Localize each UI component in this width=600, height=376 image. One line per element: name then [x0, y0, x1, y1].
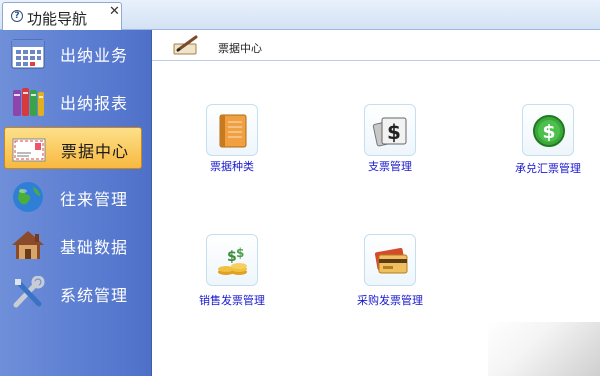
close-icon[interactable]: ✕ — [109, 4, 120, 19]
function-label: 支票管理 — [368, 160, 412, 173]
function-label: 销售发票管理 — [199, 294, 265, 307]
tab-strip: ? 功能导航 ✕ — [0, 0, 600, 30]
function-icon-frame: $ — [364, 104, 416, 156]
envelope-icon — [12, 138, 46, 162]
function-purchase-invoice-management[interactable]: 采购发票管理 — [340, 234, 440, 314]
calendar-icon — [11, 39, 45, 69]
panel-header: 票据中心 — [152, 30, 600, 61]
function-icon-frame: $ $ — [206, 234, 258, 286]
tab-title: 功能导航 — [27, 10, 88, 28]
dollar-cards-icon: $ — [372, 117, 407, 147]
page-corner-shading — [488, 322, 600, 376]
function-sales-invoice-management[interactable]: $ $ 销售发票管理 — [182, 234, 282, 314]
sidebar-item-cashier-reports[interactable]: 出纳报表 — [4, 80, 142, 122]
function-icon-frame — [364, 234, 416, 286]
dollar-coin-icon: $ — [533, 115, 565, 147]
books-icon — [13, 88, 44, 116]
svg-text:$: $ — [542, 121, 555, 143]
panel-title: 票据中心 — [218, 42, 262, 55]
function-label: 采购发票管理 — [357, 294, 423, 307]
sidebar-item-cashier-business[interactable]: 出纳业务 — [4, 32, 142, 74]
function-icon-frame: $ — [522, 104, 574, 156]
sidebar-item-basic-data[interactable]: 基础数据 — [4, 224, 142, 266]
sidebar-item-label: 票据中心 — [61, 142, 130, 161]
notebook-icon — [219, 114, 247, 148]
function-label: 承兑汇票管理 — [515, 162, 581, 175]
coins-icon: $ $ — [218, 246, 247, 275]
sidebar-item-label: 往来管理 — [60, 190, 129, 209]
sidebar-item-system-management[interactable]: 系统管理 — [4, 272, 142, 314]
help-icon: ? — [11, 10, 23, 22]
svg-text:$: $ — [236, 246, 244, 260]
credit-card-icon — [374, 248, 408, 274]
function-label: 票据种类 — [210, 160, 254, 173]
sidebar-item-label: 系统管理 — [60, 286, 129, 305]
function-icon-frame — [206, 104, 258, 156]
function-acceptance-bill-management[interactable]: $ 承兑汇票管理 — [498, 104, 598, 184]
house-icon — [12, 231, 44, 259]
function-bill-types[interactable]: 票据种类 — [182, 104, 282, 184]
sidebar: 出纳业务 出纳报表 票据中心 往来管理 基础数据 系统管理 — [0, 30, 152, 376]
tab-function-nav[interactable]: ? 功能导航 ✕ — [2, 2, 122, 30]
function-check-management[interactable]: $ 支票管理 — [340, 104, 440, 184]
sidebar-item-label: 出纳报表 — [60, 94, 129, 113]
sidebar-item-label: 基础数据 — [60, 238, 129, 257]
pen-icon — [173, 35, 198, 55]
svg-text:$: $ — [387, 120, 401, 144]
sidebar-item-label: 出纳业务 — [60, 46, 129, 65]
globe-icon — [13, 182, 43, 212]
tools-icon — [13, 276, 45, 308]
sidebar-item-contacts-management[interactable]: 往来管理 — [4, 176, 142, 218]
sidebar-item-bill-center[interactable]: 票据中心 — [4, 127, 142, 169]
